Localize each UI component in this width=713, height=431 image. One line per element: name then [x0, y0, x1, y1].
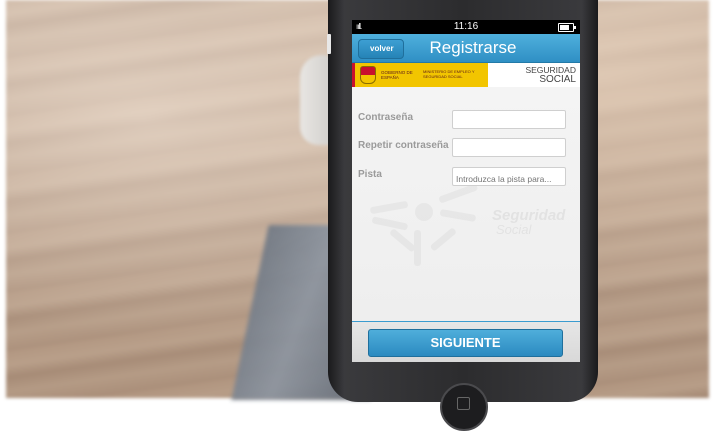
hint-label: Pista	[358, 169, 382, 180]
government-logo-block: GOBIERNO DE ESPAÑA MINISTERIO DE EMPLEO …	[352, 63, 488, 87]
watermark-text-2: Social	[496, 222, 533, 237]
seguridad-social-watermark-icon: Seguridad Social	[370, 184, 566, 266]
phone-home-button[interactable]	[440, 383, 488, 431]
ministerio-text: MINISTERIO DE EMPLEO Y SEGURIDAD SOCIAL	[423, 69, 475, 79]
signal-icon: ııll.	[356, 22, 362, 31]
password-label: Contraseña	[358, 112, 414, 123]
navigation-bar: volver Registrarse	[352, 34, 580, 63]
hint-input[interactable]	[452, 167, 566, 186]
spain-crest-icon	[360, 66, 376, 84]
bottom-toolbar: SIGUIENTE	[352, 321, 580, 362]
next-button[interactable]: SIGUIENTE	[368, 329, 563, 357]
battery-icon	[558, 23, 576, 32]
registration-form: Seguridad Social Contraseña Repetir cont…	[352, 87, 580, 321]
government-banner: GOBIERNO DE ESPAÑA MINISTERIO DE EMPLEO …	[352, 63, 580, 88]
password-input[interactable]	[452, 110, 566, 129]
phone-screen: ııll. 11:16 volver Registrarse GOBIERNO …	[352, 20, 580, 362]
repeat-password-input[interactable]	[452, 138, 566, 157]
status-bar: ııll. 11:16	[352, 20, 580, 34]
page-title: Registrarse	[429, 38, 517, 57]
phone-side-button	[327, 34, 331, 54]
gobierno-text: GOBIERNO DE ESPAÑA	[381, 70, 413, 80]
seguridad-social-logo: SEGURIDAD SOCIAL	[488, 63, 580, 87]
repeat-password-label: Repetir contraseña	[358, 140, 449, 151]
status-time: 11:16	[453, 21, 479, 32]
social-text: SOCIAL	[539, 74, 576, 85]
